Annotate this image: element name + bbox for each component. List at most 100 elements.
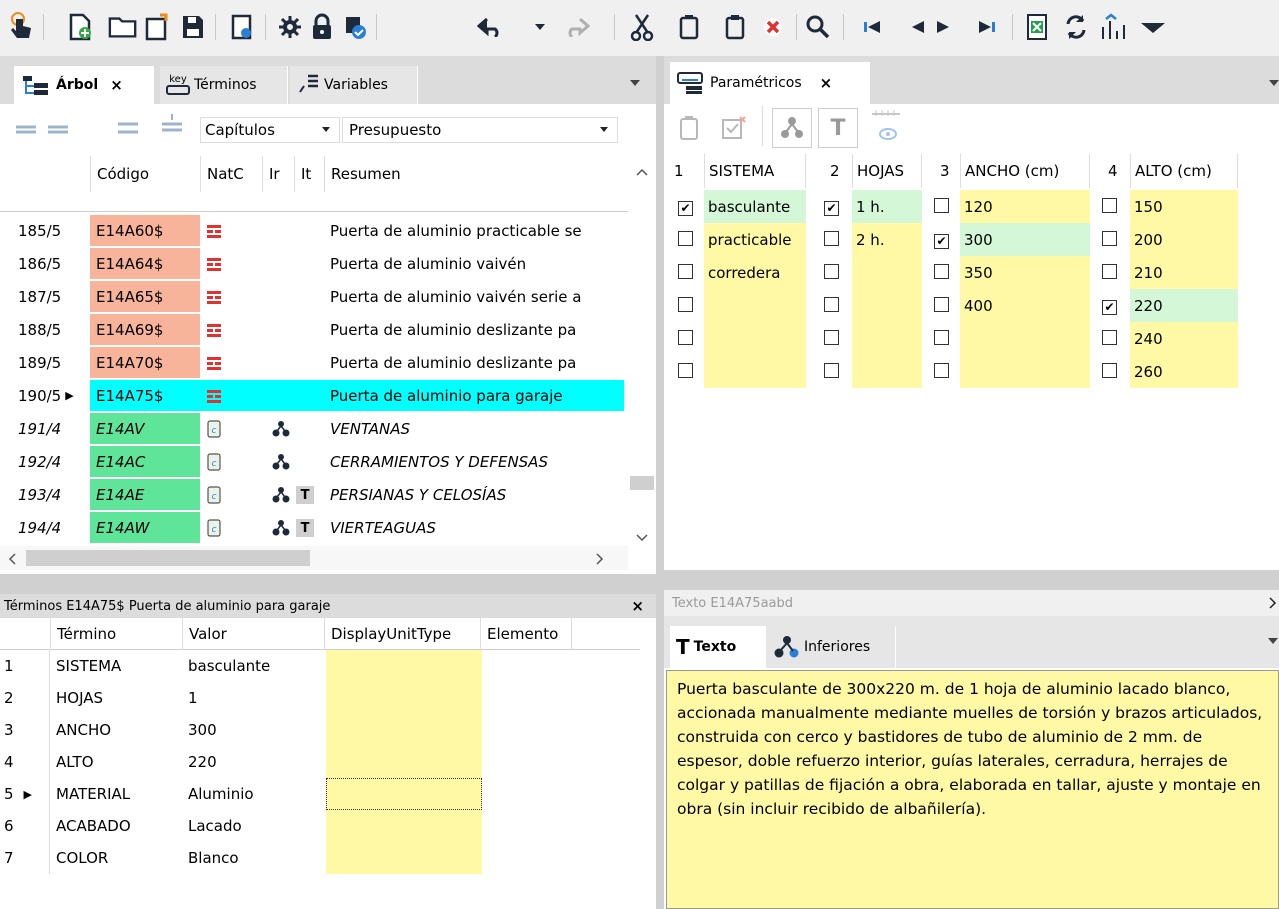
paste-icon[interactable] [720, 11, 750, 43]
row-resumen[interactable]: Puerta de aluminio vaivén [324, 248, 624, 279]
term-displayunittype-cell[interactable] [326, 746, 482, 778]
param-option[interactable]: 2 h. [852, 223, 922, 256]
param-option[interactable] [960, 322, 1090, 355]
tree-row[interactable]: 194/4 E14AW c T VIERTEAGUAS [0, 511, 630, 544]
new-window-icon[interactable] [142, 11, 172, 43]
tree-row[interactable]: 187/5 E14A65$ Puerta de aluminio vaivén se… [0, 280, 630, 313]
term-value[interactable]: Lacado [182, 810, 324, 842]
text-t-icon[interactable]: T [818, 108, 858, 148]
param-option[interactable] [852, 355, 922, 388]
param-checkbox[interactable] [1102, 330, 1117, 349]
param-checkbox[interactable] [1102, 363, 1117, 382]
row-code[interactable]: E14A65$ [90, 281, 200, 312]
param-checkbox[interactable] [824, 231, 839, 250]
scroll-left-icon[interactable] [8, 553, 16, 565]
page-view-icon[interactable] [228, 11, 258, 43]
cut-icon[interactable] [627, 11, 657, 43]
ruler-eye-icon[interactable] [870, 108, 902, 144]
delete-icon[interactable] [758, 11, 788, 43]
col-header-termino[interactable]: Término [50, 618, 182, 650]
horizontal-splitter[interactable] [664, 570, 1279, 590]
term-row[interactable]: 4 ALTO 220 [0, 746, 640, 778]
param-option[interactable]: 120 [960, 190, 1090, 223]
row-code[interactable]: E14AW [90, 512, 200, 543]
settings-gear-icon[interactable] [275, 11, 305, 43]
param-checkbox[interactable] [678, 297, 693, 316]
param-option[interactable]: 350 [960, 256, 1090, 289]
row-code[interactable]: E14A75$ [90, 380, 200, 411]
tab-terminos[interactable]: key Términos [160, 66, 288, 104]
search-icon[interactable] [803, 11, 833, 43]
param-checkbox[interactable]: ✔ [934, 231, 949, 249]
term-name[interactable]: MATERIAL [50, 778, 182, 810]
move-left-icon[interactable] [14, 120, 38, 138]
param-option[interactable]: 1 h. [852, 190, 922, 223]
row-resumen[interactable]: Puerta de aluminio vaivén serie a [324, 281, 624, 312]
check-settings-icon[interactable] [339, 11, 369, 43]
first-record-icon[interactable] [857, 11, 887, 43]
row-code[interactable]: E14A60$ [90, 215, 200, 246]
param-option[interactable]: 240 [1130, 322, 1238, 355]
param-checkbox[interactable] [1102, 198, 1117, 217]
row-code[interactable]: E14AE [90, 479, 200, 510]
param-checkbox[interactable] [678, 231, 693, 250]
tree-row[interactable]: 189/5 E14A70$ Puerta de aluminio deslizant… [0, 346, 630, 379]
term-value[interactable]: Aluminio [182, 778, 324, 810]
open-folder-icon[interactable] [108, 11, 138, 43]
param-checkbox[interactable] [934, 264, 949, 283]
scroll-right-icon[interactable] [596, 553, 604, 565]
param-option[interactable]: 400 [960, 289, 1090, 322]
move-up-icon[interactable] [160, 114, 184, 136]
term-name[interactable]: ALTO [50, 746, 182, 778]
tree-row[interactable]: 190/5 ▶ E14A75$ Puerta de aluminio para gar… [0, 379, 630, 412]
term-row[interactable]: 7 COLOR Blanco [0, 842, 640, 874]
move-right-icon[interactable] [46, 120, 70, 138]
row-resumen[interactable]: Puerta de aluminio para garaje [324, 380, 624, 411]
param-checkbox[interactable] [934, 363, 949, 382]
param-option[interactable] [960, 355, 1090, 388]
param-checkbox[interactable] [824, 363, 839, 382]
term-row[interactable]: 5 ▶ MATERIAL Aluminio [0, 778, 640, 810]
param-checkbox[interactable] [1102, 264, 1117, 283]
row-code[interactable]: E14A64$ [90, 248, 200, 279]
term-value[interactable]: 1 [182, 682, 324, 714]
tab-dropdown-icon[interactable] [1267, 636, 1279, 646]
tree-row[interactable]: 193/4 E14AE c T PERSIANAS Y CELOSÍAS [0, 478, 630, 511]
param-checkbox[interactable]: ✔ [1102, 297, 1117, 315]
row-code[interactable]: E14AV [90, 413, 200, 444]
col-header-ir[interactable]: Ir [262, 156, 294, 192]
term-name[interactable]: SISTEMA [50, 650, 182, 682]
term-value[interactable]: Blanco [182, 842, 324, 874]
param-option[interactable] [704, 289, 806, 322]
move-down-icon[interactable] [116, 118, 140, 140]
close-tab-icon[interactable]: × [820, 74, 833, 92]
row-resumen[interactable]: CERRAMIENTOS Y DEFENSAS [324, 446, 624, 477]
horizontal-splitter[interactable] [0, 574, 656, 594]
param-option[interactable]: 220 [1130, 289, 1238, 322]
term-displayunittype-cell[interactable] [326, 682, 482, 714]
param-option[interactable]: basculante [704, 190, 806, 223]
param-checkbox[interactable] [824, 264, 839, 283]
param-option[interactable] [852, 256, 922, 289]
refresh-icon[interactable] [1061, 11, 1091, 43]
row-resumen[interactable]: Puerta de aluminio deslizante pa [324, 347, 624, 378]
param-option[interactable] [852, 289, 922, 322]
row-resumen[interactable]: VENTANAS [324, 413, 624, 444]
term-name[interactable]: ANCHO [50, 714, 182, 746]
term-value[interactable]: 300 [182, 714, 324, 746]
cursor-hand-icon[interactable] [6, 11, 36, 43]
close-tab-icon[interactable]: × [110, 76, 123, 94]
term-value[interactable]: basculante [182, 650, 324, 682]
term-name[interactable]: HOJAS [50, 682, 182, 714]
term-displayunittype-cell[interactable] [326, 650, 482, 682]
new-document-icon[interactable] [66, 11, 96, 43]
term-row[interactable]: 2 HOJAS 1 [0, 682, 640, 714]
term-name[interactable]: ACABADO [50, 810, 182, 842]
tree-row[interactable]: 188/5 E14A69$ Puerta de aluminio deslizant… [0, 313, 630, 346]
param-checkbox[interactable] [678, 330, 693, 349]
undo-icon[interactable] [476, 11, 506, 43]
term-displayunittype-cell[interactable] [326, 842, 482, 874]
param-checkbox[interactable] [934, 297, 949, 316]
close-icon[interactable]: × [631, 597, 644, 615]
row-code[interactable]: E14A69$ [90, 314, 200, 345]
